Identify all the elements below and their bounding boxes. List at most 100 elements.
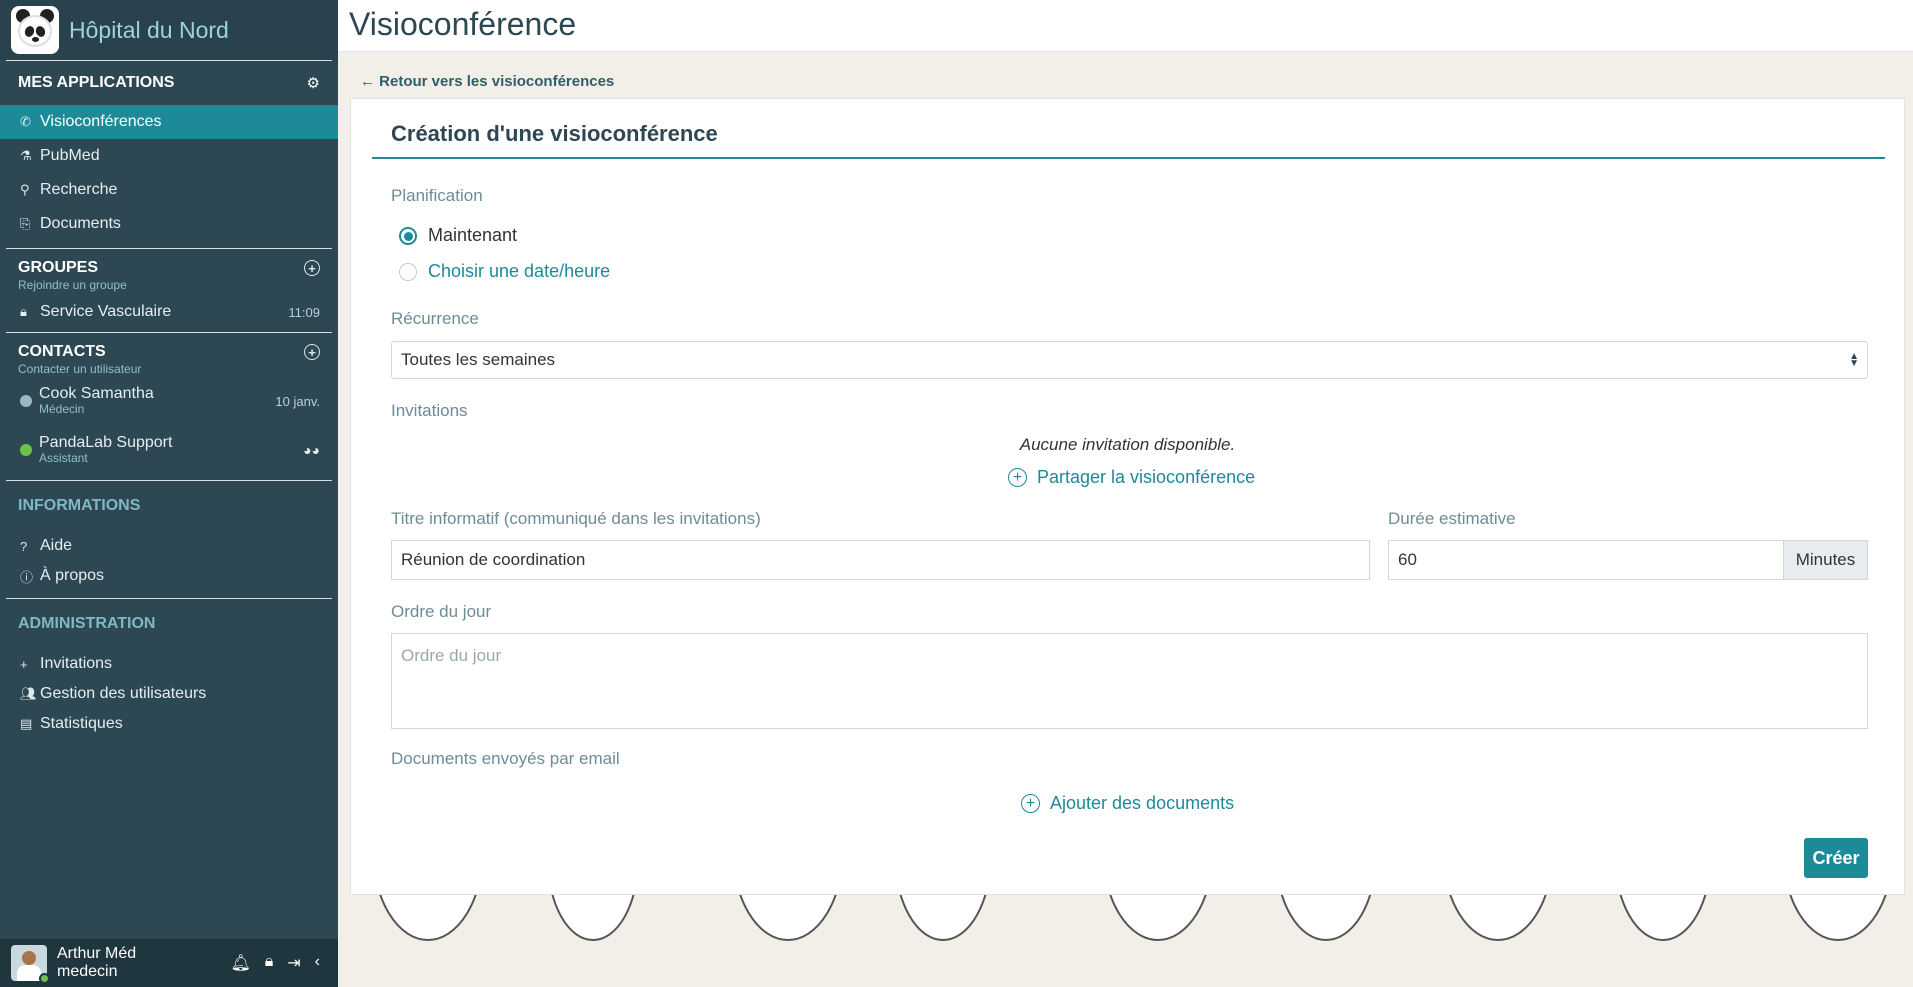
panda-icon: ◕◕	[303, 442, 320, 458]
contacts-title: CONTACTS	[18, 343, 106, 360]
apps-title: MES APPLICATIONS	[18, 74, 175, 91]
contacts-subtitle[interactable]: Contacter un utilisateur	[0, 362, 338, 376]
sidebar-item-documents[interactable]: ⎘ Documents	[0, 207, 338, 241]
sidebar-item-label: Recherche	[40, 181, 118, 198]
question-icon: ?	[20, 538, 28, 554]
avatar[interactable]	[11, 945, 50, 984]
brand-name: Hôpital du Nord	[69, 16, 229, 43]
contact-name: PandaLab Support	[39, 434, 173, 452]
info-section: INFORMATIONS	[0, 481, 338, 531]
contact-role: Médecin	[39, 402, 85, 417]
sidebar-item-label: Aide	[40, 537, 73, 554]
radio-now[interactable]: Maintenant	[399, 225, 517, 246]
info-title: INFORMATIONS	[18, 497, 141, 514]
radio-checked-icon	[399, 226, 417, 245]
title-value: Réunion de coordination	[401, 550, 586, 569]
plus-icon: +	[20, 656, 28, 672]
pubmed-icon: ⚗	[20, 148, 32, 163]
plus-circle-icon: +	[1008, 468, 1027, 487]
add-group-icon[interactable]: +	[304, 260, 320, 276]
groups-title: GROUPES	[18, 259, 99, 276]
share-label: Partager la visioconférence	[1037, 467, 1256, 487]
phone-icon: ✆	[20, 114, 31, 129]
stats-icon: ▤	[20, 716, 33, 731]
card-divider	[372, 157, 1885, 159]
brand[interactable]: Hôpital du Nord	[0, 0, 338, 60]
back-link[interactable]: ← Retour vers les visioconférences	[360, 73, 614, 90]
form-card: Création d'une visioconférence Planifica…	[350, 98, 1905, 895]
sidebar-item-label: Documents	[40, 215, 121, 232]
radio-date-label: Choisir une date/heure	[428, 261, 611, 281]
share-button[interactable]: + Partager la visioconférence	[1008, 467, 1255, 488]
groups-section: GROUPES +	[0, 259, 338, 277]
search-icon: ⚲	[20, 182, 30, 197]
sidebar-item-label: Invitations	[40, 655, 113, 672]
admin-section: ADMINISTRATION	[0, 599, 338, 649]
contact-item[interactable]: Cook Samantha Médecin 10 janv.	[0, 376, 338, 426]
add-contact-icon[interactable]: +	[304, 344, 320, 360]
chevron-left-icon[interactable]: ‹	[315, 953, 320, 973]
no-invitation-text: Aucune invitation disponible.	[1019, 435, 1236, 454]
user-role: medecin	[57, 963, 118, 980]
user-info: Arthur Méd medecin	[57, 945, 136, 980]
apps-section: MES APPLICATIONS ⚙	[0, 61, 338, 105]
sidebar-item-visioconferences[interactable]: ✆ Visioconférences	[0, 105, 338, 139]
title-label: Titre informatif (communiqué dans les in…	[391, 509, 761, 528]
group-item[interactable]: 🔒︎ Service Vasculaire 11:09	[0, 292, 338, 332]
docs-label: Documents envoyés par email	[391, 749, 620, 768]
users-icon: 👥︎	[20, 686, 37, 701]
sidebar-item-aide[interactable]: ? Aide	[0, 531, 338, 561]
add-documents-label: Ajouter des documents	[1050, 793, 1235, 813]
add-documents-button[interactable]: + Ajouter des documents	[1021, 793, 1234, 814]
sidebar-item-label: Visioconférences	[40, 113, 162, 130]
sidebar-item-label: Statistiques	[40, 715, 123, 732]
radio-now-label: Maintenant	[428, 225, 518, 245]
bell-icon[interactable]: 🔔︎	[230, 953, 250, 973]
lock-icon[interactable]: 🔒︎	[265, 953, 274, 973]
sidebar-item-label: À propos	[40, 567, 105, 584]
group-name: Service Vasculaire	[40, 303, 172, 320]
sidebar-item-recherche[interactable]: ⚲ Recherche	[0, 173, 338, 207]
recurrence-select[interactable]: Toutes les semaines ▲ ▼	[391, 341, 1868, 379]
title-input[interactable]: Réunion de coordination	[391, 540, 1370, 580]
sidebar-item-invitations[interactable]: + Invitations	[0, 649, 338, 679]
user-name: Arthur Méd	[57, 945, 137, 963]
logout-icon[interactable]: ⇥	[287, 953, 300, 973]
agenda-textarea[interactable]: Ordre du jour	[391, 633, 1868, 729]
duration-unit: Minutes	[1783, 540, 1868, 580]
user-footer: Arthur Méd medecin 🔔︎ 🔒︎ ⇥ ‹	[0, 939, 338, 987]
info-icon: ⓘ	[20, 569, 34, 585]
invitations-label: Invitations	[391, 401, 468, 420]
contact-date: 10 janv.	[275, 393, 320, 409]
sidebar-item-users[interactable]: 👥︎ Gestion des utilisateurs	[0, 679, 338, 709]
sidebar-item-apropos[interactable]: ⓘ À propos	[0, 561, 338, 591]
sidebar: Hôpital du Nord MES APPLICATIONS ⚙ ✆ Vis…	[0, 0, 338, 987]
status-dot-icon	[20, 395, 32, 407]
sidebar-item-pubmed[interactable]: ⚗ PubMed	[0, 139, 338, 173]
recurrence-value: Toutes les semaines	[401, 350, 556, 369]
arrow-left-icon: ←	[360, 73, 375, 90]
gear-icon[interactable]: ⚙	[307, 74, 320, 92]
sidebar-item-label: PubMed	[40, 147, 100, 164]
planning-label: Planification	[391, 186, 483, 205]
admin-title: ADMINISTRATION	[18, 615, 156, 632]
sidebar-item-stats[interactable]: ▤ Statistiques	[0, 709, 338, 739]
plus-circle-icon: +	[1021, 794, 1040, 813]
groups-subtitle[interactable]: Rejoindre un groupe	[0, 278, 338, 292]
duration-value: 60	[1398, 550, 1417, 569]
create-button[interactable]: Créer	[1804, 838, 1868, 878]
status-dot-icon	[20, 444, 32, 456]
panda-logo-icon	[11, 6, 59, 54]
contact-role: Assistant	[39, 451, 88, 466]
agenda-label: Ordre du jour	[391, 602, 492, 621]
contact-item[interactable]: PandaLab Support Assistant ◕◕	[0, 426, 338, 474]
select-arrows-icon: ▲ ▼	[1849, 351, 1859, 369]
duration-input[interactable]: 60	[1388, 540, 1784, 580]
lock-icon: 🔒︎	[20, 304, 27, 319]
back-link-label: Retour vers les visioconférences	[379, 73, 615, 90]
agenda-placeholder: Ordre du jour	[401, 646, 502, 665]
sidebar-item-label: Gestion des utilisateurs	[40, 685, 207, 702]
paperclip-icon: ⎘	[20, 216, 31, 231]
radio-date[interactable]: Choisir une date/heure	[399, 261, 610, 282]
contact-name: Cook Samantha	[39, 385, 154, 403]
